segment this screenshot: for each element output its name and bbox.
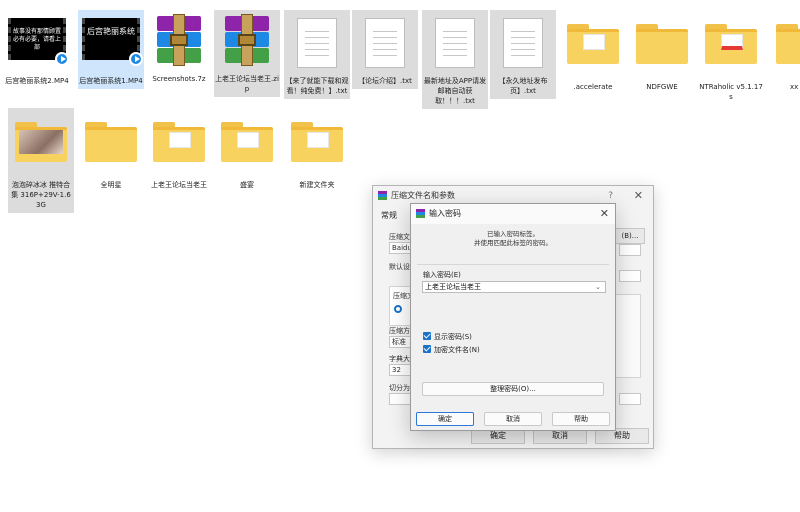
tab-general[interactable]: 常规 <box>381 210 397 221</box>
file-label: .accelerate <box>573 83 613 91</box>
file-tile[interactable]: .accelerate <box>560 10 626 95</box>
folder-icon <box>632 24 692 80</box>
split-unit-select[interactable] <box>619 393 641 405</box>
folder-icon <box>217 122 277 178</box>
folder-icon <box>287 122 347 178</box>
file-tile[interactable]: xx <box>766 10 800 95</box>
folder-icon <box>11 122 71 178</box>
file-tile[interactable]: 盛宴 <box>214 108 280 193</box>
file-label: 泡泡碎冰冰 推特合集 316P+29V-1.63G <box>11 181 71 209</box>
text-document-icon <box>355 18 415 74</box>
folder-icon <box>563 24 623 80</box>
checkbox-label: 显示密码(S) <box>434 333 472 341</box>
folder-icon <box>772 24 800 80</box>
file-label: 上老王论坛当老王 <box>151 181 207 189</box>
browse-button[interactable]: (B)... <box>615 228 645 244</box>
ok-button[interactable]: 确定 <box>416 412 474 426</box>
dialog-title: 压缩文件名和参数 <box>391 191 455 200</box>
dictionary-label: 字典大 <box>389 355 410 363</box>
file-label: 【论坛介绍】.txt <box>358 77 412 85</box>
checkbox-label: 加密文件名(N) <box>434 346 480 354</box>
cancel-button[interactable]: 取消 <box>484 412 542 426</box>
encrypt-filenames-checkbox[interactable]: 加密文件名(N) <box>423 345 480 355</box>
file-tile[interactable]: Screenshots.7z <box>146 10 212 87</box>
folder-icon <box>701 24 761 80</box>
file-tile[interactable]: 【永久地址发布页】.txt <box>490 10 556 99</box>
winrar-archive-icon <box>217 14 277 72</box>
file-label: 最新地址及APP请发邮箱自动获取！！！.txt <box>423 77 487 105</box>
file-label: xx <box>790 83 799 91</box>
folder-icon <box>81 122 141 178</box>
file-tile[interactable]: 上老王论坛当老王.zip <box>214 10 280 97</box>
text-document-icon <box>287 18 347 74</box>
winrar-icon <box>416 209 425 218</box>
archive-name-label: 压缩文 <box>389 233 410 241</box>
close-icon[interactable]: ✕ <box>634 186 643 206</box>
divider <box>417 264 609 265</box>
winrar-icon <box>378 191 387 200</box>
file-tile[interactable]: 泡泡碎冰冰 推特合集 316P+29V-1.63G <box>8 108 74 213</box>
password-input[interactable]: 上老王论坛当老王 ⌄ <box>422 281 606 293</box>
file-tile[interactable]: 上老王论坛当老王 <box>146 108 212 193</box>
text-document-icon <box>493 18 553 74</box>
password-dialog: 输入密码 ✕ 已输入密码标签。 并使用匹配此标签的密码。 输入密码(E) 上老王… <box>410 203 616 431</box>
file-tile[interactable]: NTRaholic v5.1.17s <box>698 10 764 105</box>
profile-select[interactable] <box>619 270 641 282</box>
file-label: 新建文件夹 <box>299 181 335 189</box>
split-label: 切分为 <box>389 384 410 392</box>
file-tile[interactable]: 故事没有那情顾置 必有必要，请看上部 后宫艳丽系统2.MP4 <box>4 10 70 89</box>
file-label: Screenshots.7z <box>152 75 206 83</box>
info-line: 并使用匹配此标签的密码。 <box>474 239 552 247</box>
password-label: 输入密码(E) <box>423 271 461 279</box>
checkbox-checked-icon <box>423 345 431 353</box>
folder-icon <box>149 122 209 178</box>
organize-passwords-button[interactable]: 整理密码(O)... <box>422 382 604 396</box>
chevron-down-icon[interactable]: ⌄ <box>595 282 601 292</box>
default-profile-label: 默认设 <box>389 263 410 271</box>
video-thumbnail: 故事没有那情顾置 必有必要，请看上部 <box>7 18 69 74</box>
play-icon <box>129 52 143 66</box>
file-label: 上老王论坛当老王.zip <box>215 75 279 93</box>
file-label: NDFGWE <box>646 83 678 91</box>
file-tile[interactable]: 最新地址及APP请发邮箱自动获取！！！.txt <box>422 10 488 109</box>
file-label: 【永久地址发布页】.txt <box>498 77 548 95</box>
play-icon <box>55 52 69 66</box>
file-tile[interactable]: 【论坛介绍】.txt <box>352 10 418 89</box>
close-icon[interactable]: ✕ <box>600 204 609 224</box>
file-tile[interactable]: 【来了就能下载和观看！纯免费！】.txt <box>284 10 350 99</box>
file-label: 【来了就能下载和观看！纯免费！】.txt <box>285 77 349 95</box>
file-label: 后宫艳丽系统2.MP4 <box>5 77 69 85</box>
file-label: 盛宴 <box>240 181 254 189</box>
file-label: NTRaholic v5.1.17s <box>699 83 763 101</box>
password-value: 上老王论坛当老王 <box>425 283 481 291</box>
dialog-titlebar: 输入密码 ✕ <box>411 204 615 224</box>
video-thumbnail: 后宫艳丽系统 <box>81 18 143 74</box>
text-document-icon <box>425 18 485 74</box>
file-tile[interactable]: 后宫艳丽系统 后宫艳丽系统1.MP4 <box>78 10 144 89</box>
method-label: 压缩方 <box>389 327 410 335</box>
password-info-text: 已输入密码标签。 并使用匹配此标签的密码。 <box>411 230 615 248</box>
file-label: 后宫艳丽系统1.MP4 <box>79 77 143 85</box>
update-mode-select[interactable] <box>619 244 641 256</box>
file-tile[interactable]: 全明星 <box>78 108 144 193</box>
help-button[interactable]: 帮助 <box>552 412 610 426</box>
file-tile[interactable]: NDFGWE <box>629 10 695 95</box>
file-tile[interactable]: 新建文件夹 <box>284 108 350 193</box>
winrar-archive-icon <box>149 14 209 72</box>
file-label: 全明星 <box>100 181 122 189</box>
checkbox-checked-icon <box>423 332 431 340</box>
dialog-title: 输入密码 <box>429 209 461 218</box>
info-line: 已输入密码标签。 <box>487 230 539 238</box>
format-radio[interactable] <box>394 305 402 313</box>
show-password-checkbox[interactable]: 显示密码(S) <box>423 332 472 342</box>
